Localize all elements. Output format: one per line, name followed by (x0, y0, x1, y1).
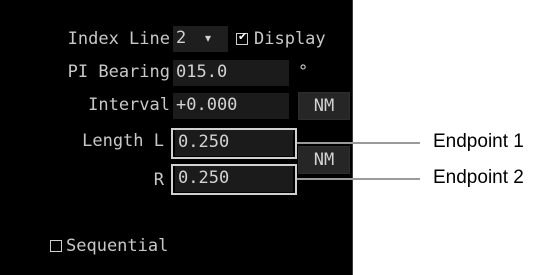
index-line-select[interactable]: 2 ▾ (173, 26, 228, 52)
interval-input[interactable]: +0.000 (173, 93, 289, 119)
interval-label: Interval (88, 95, 170, 115)
pi-bearing-label: PI Bearing (67, 62, 170, 82)
sequential-label: Sequential (66, 236, 169, 256)
chevron-down-icon: ▾ (205, 31, 212, 45)
endpoint1-callout-line (297, 142, 420, 144)
check-icon: ✔ (238, 30, 248, 43)
length-r-label: R (153, 170, 164, 190)
pi-bearing-unit: ° (298, 62, 309, 82)
length-l-label: Length L (82, 131, 164, 151)
endpoint2-callout-line (297, 178, 420, 180)
interval-value: +0.000 (176, 95, 238, 115)
endpoint2-callout: Endpoint 2 (433, 167, 524, 188)
display-checkbox[interactable]: ✔ (236, 30, 248, 45)
endpoint1-callout: Endpoint 1 (433, 131, 524, 152)
interval-unit-button[interactable]: NM (298, 92, 350, 120)
endpoint2-highlight (171, 164, 297, 195)
index-line-label: Index Line (67, 29, 170, 49)
pi-bearing-value: 015.0 (176, 62, 228, 82)
sequential-checkbox[interactable] (50, 240, 62, 252)
pi-bearing-input[interactable]: 015.0 (173, 60, 289, 86)
index-line-panel: Index Line 2 ▾ ✔ Display PI Bearing 015.… (0, 0, 353, 275)
index-line-value: 2 (176, 28, 187, 48)
display-label: Display (254, 29, 326, 49)
length-unit-button[interactable]: NM (298, 146, 350, 174)
endpoint1-highlight (171, 128, 297, 159)
